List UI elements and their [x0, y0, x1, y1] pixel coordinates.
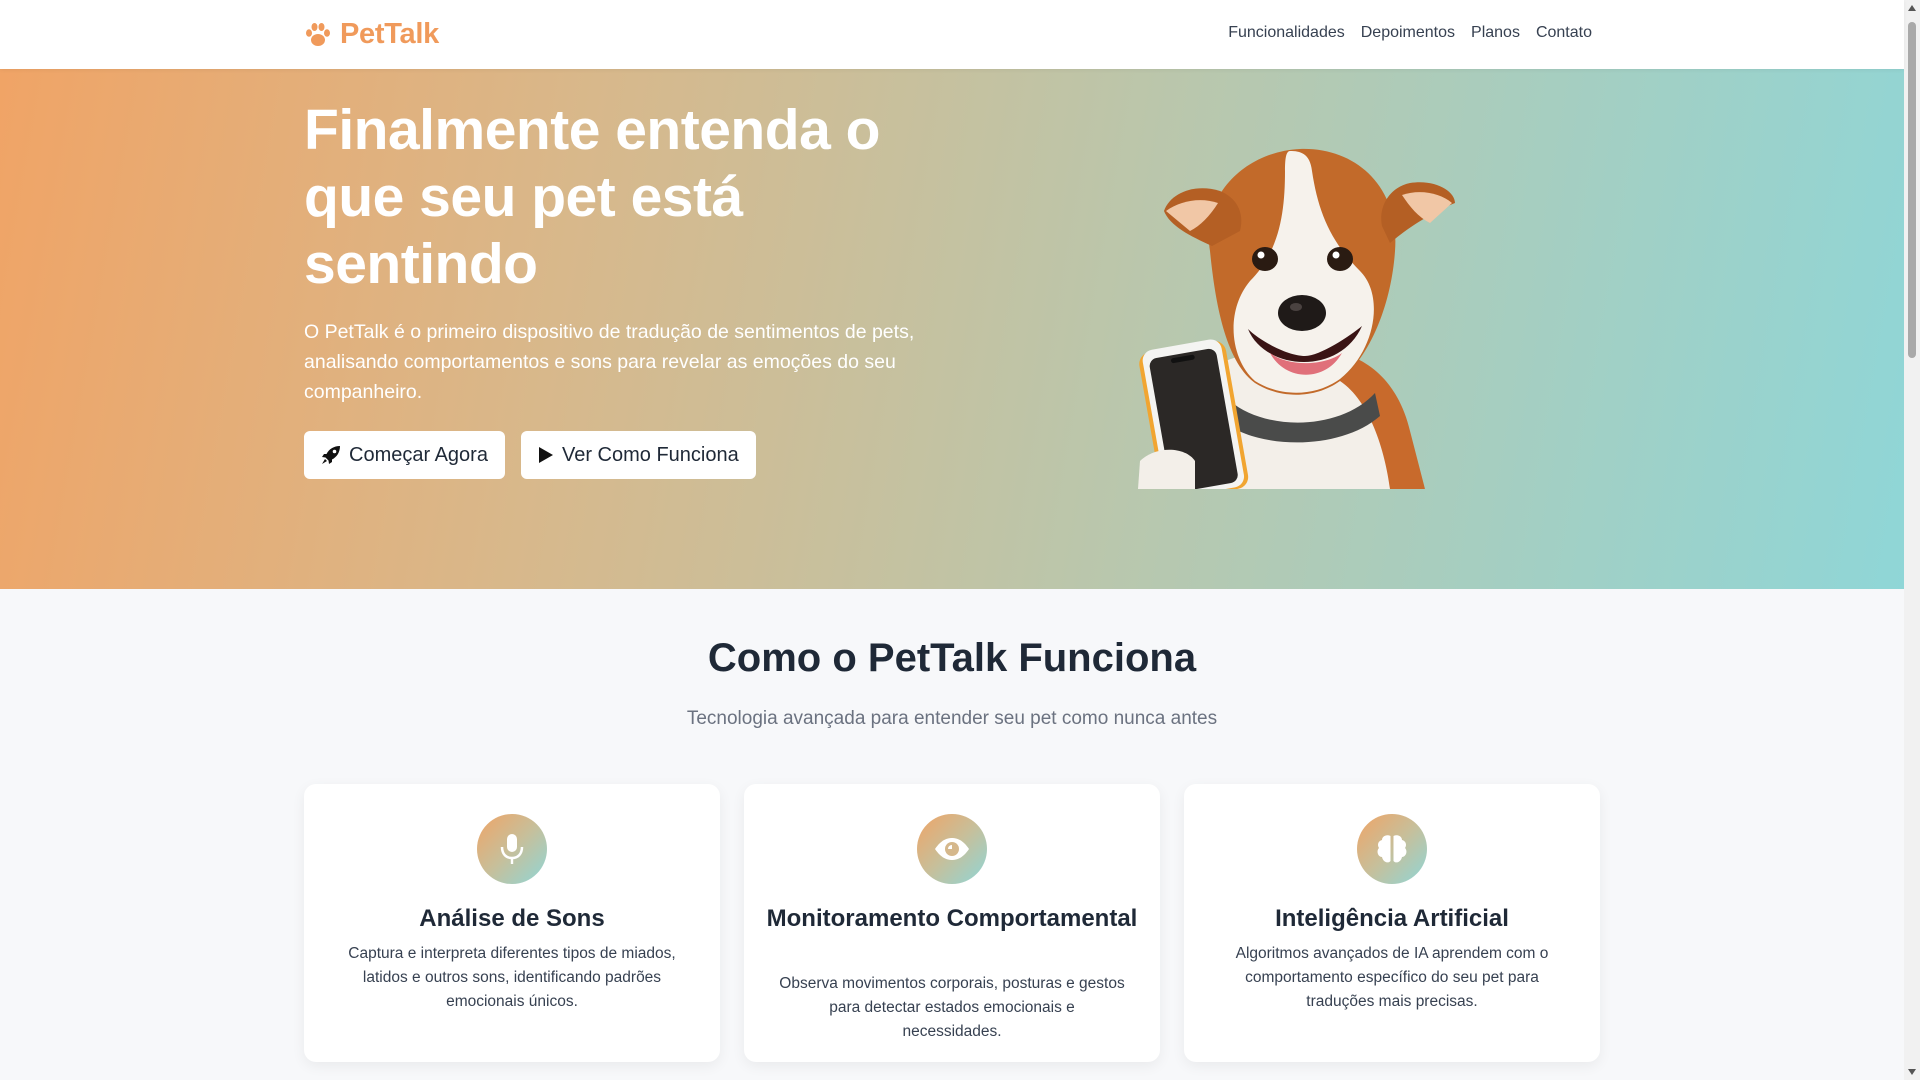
rocket-icon: [322, 446, 340, 464]
features-title: Como o PetTalk Funciona: [707, 636, 1197, 680]
feature-description: Captura e interpreta diferentes tipos de…: [348, 945, 676, 1010]
nav-link-depoimentos[interactable]: Depoimentos: [1361, 24, 1455, 42]
feature-card-behavior-monitoring: Monitoramento Comportamental Observa mov…: [744, 784, 1160, 1062]
feature-description: Observa movimentos corporais, posturas e…: [779, 975, 1125, 1040]
main-nav: Funcionalidades Depoimentos Planos Conta…: [1228, 24, 1592, 42]
hero-description: O PetTalk é o primeiro dispositivo de tr…: [304, 321, 915, 403]
brand-logo[interactable]: PetTalk: [304, 18, 439, 51]
feature-title: Monitoramento Comportamental: [766, 905, 1138, 932]
site-header: PetTalk Funcionalidades Depoimentos Plan…: [0, 0, 1904, 69]
feature-card-sound-analysis: Análise de Sons Captura e interpreta dif…: [304, 784, 720, 1062]
hero-dog-image: [1100, 131, 1470, 501]
feature-icon-badge: [477, 814, 547, 884]
features-subtitle: Tecnologia avançada para entender seu pe…: [686, 708, 1218, 729]
feature-title: Inteligência Artificial: [1275, 905, 1509, 932]
feature-description: Algoritmos avançados de IA aprendem com …: [1235, 945, 1549, 1010]
feature-icon-badge: [917, 814, 987, 884]
feature-cards: Análise de Sons Captura e interpreta dif…: [304, 784, 1600, 1062]
start-now-button[interactable]: Começar Agora: [304, 431, 505, 479]
see-how-it-works-button[interactable]: Ver Como Funciona: [520, 431, 756, 479]
hero-title: Finalmente entenda o que seu pet está se…: [304, 98, 880, 296]
hero-buttons: Começar Agora Ver Como Funciona: [304, 431, 756, 479]
page-scrollbar[interactable]: [1904, 0, 1920, 1080]
feature-card-artificial-intelligence: Inteligência Artificial Algoritmos avanç…: [1184, 784, 1600, 1062]
scroll-down-arrow-icon[interactable]: [1908, 1069, 1916, 1075]
feature-icon-badge: [1357, 814, 1427, 884]
scrollbar-thumb[interactable]: [1908, 22, 1916, 358]
microphone-icon: [500, 834, 524, 864]
nav-link-planos[interactable]: Planos: [1471, 24, 1520, 42]
brain-icon: [1377, 835, 1407, 863]
scroll-up-arrow-icon[interactable]: [1908, 5, 1916, 11]
nav-link-contato[interactable]: Contato: [1536, 24, 1592, 42]
nav-link-funcionalidades[interactable]: Funcionalidades: [1228, 24, 1345, 42]
eye-icon: [935, 838, 969, 860]
brand-name: PetTalk: [340, 18, 439, 50]
hero-section: Finalmente entenda o que seu pet está se…: [0, 69, 1904, 589]
see-how-label: Ver Como Funciona: [561, 443, 739, 466]
paw-icon: [306, 22, 330, 46]
start-now-label: Começar Agora: [349, 443, 488, 466]
feature-title: Análise de Sons: [419, 905, 605, 932]
play-icon: [538, 447, 553, 463]
